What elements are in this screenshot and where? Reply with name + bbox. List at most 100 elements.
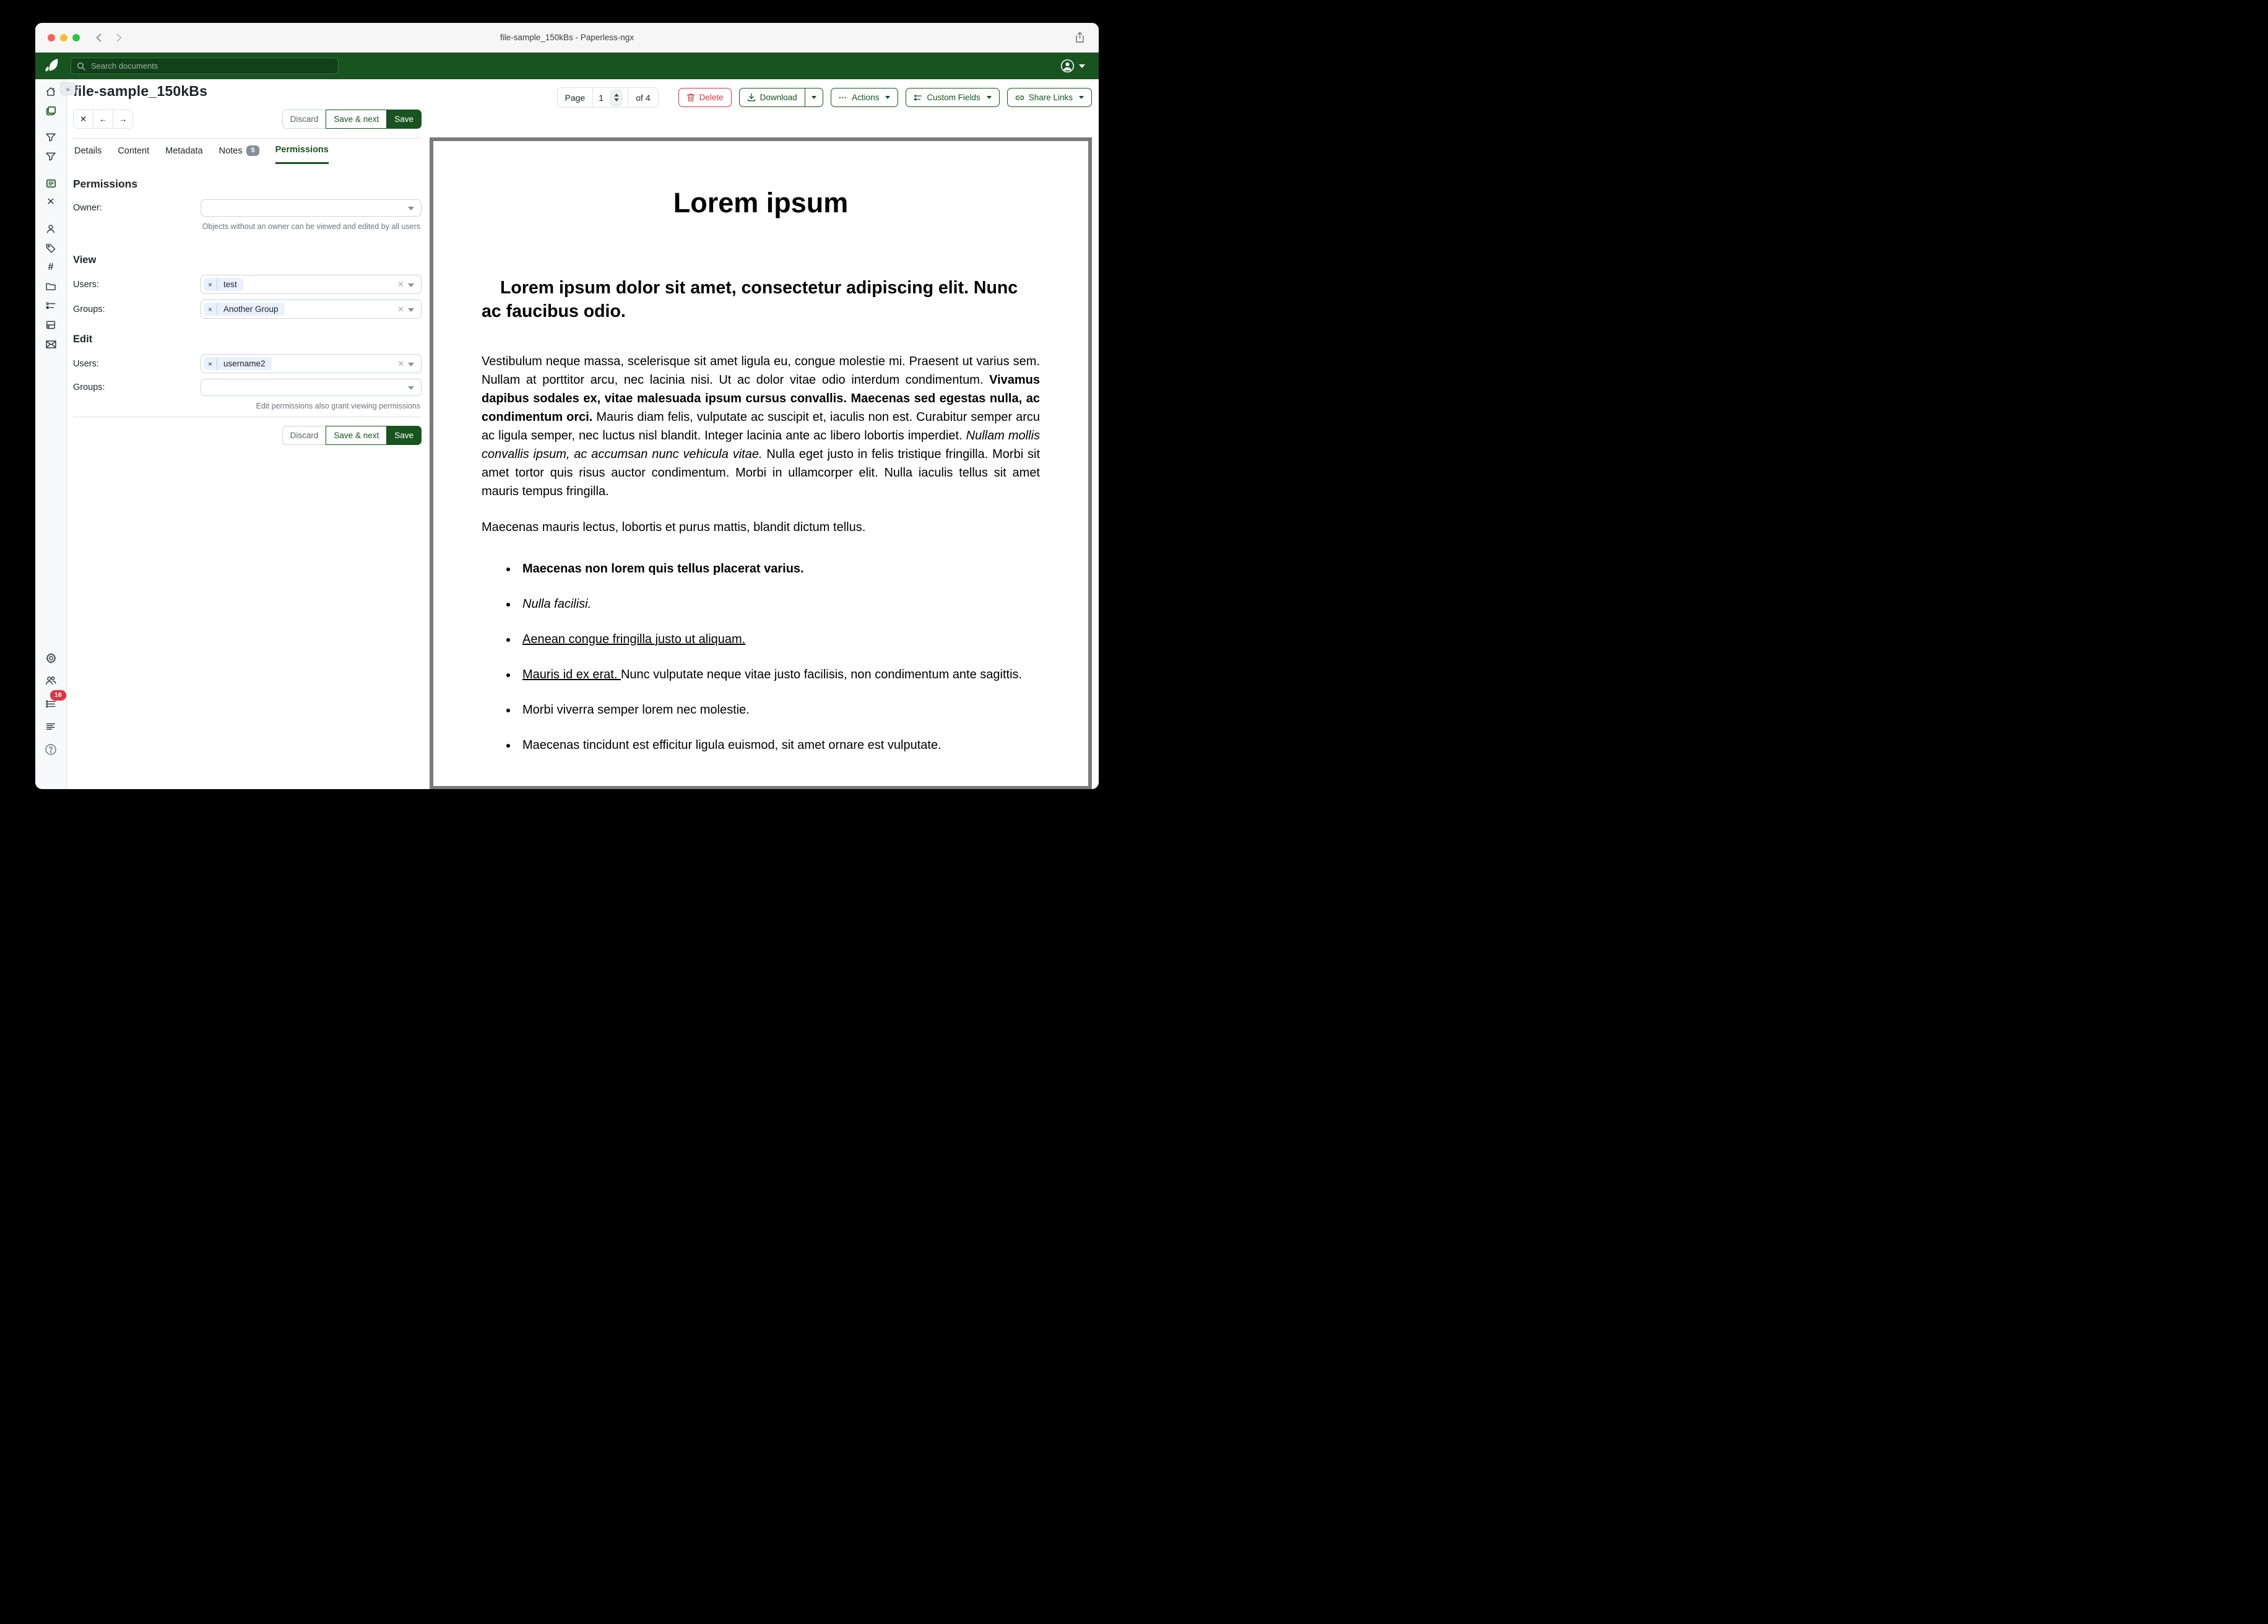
- document-title: file-sample_150kBs: [73, 83, 422, 100]
- mail-icon[interactable]: [45, 338, 57, 350]
- storage-paths-icon[interactable]: [45, 319, 57, 331]
- pdf-preview-frame[interactable]: Lorem ipsum Lorem ipsum dolor sit amet, …: [430, 137, 1092, 789]
- logs-icon[interactable]: [45, 720, 57, 733]
- app-navbar: [35, 53, 1099, 79]
- search-input[interactable]: [90, 61, 332, 71]
- selected-user-chip: × username2: [204, 357, 272, 370]
- search-icon: [77, 62, 85, 71]
- list-item: Nulla facilisi.: [517, 595, 1040, 613]
- next-document-button[interactable]: →: [113, 110, 133, 129]
- custom-fields-icon: [914, 93, 922, 102]
- pdf-paragraph: Maecenas mauris lectus, lobortis et puru…: [482, 518, 1040, 537]
- list-item: Maecenas non lorem quis tellus placerat …: [517, 560, 1040, 578]
- tasks-icon[interactable]: 16: [45, 698, 57, 710]
- remove-chip-icon[interactable]: ×: [204, 303, 217, 316]
- owner-select[interactable]: [201, 199, 422, 217]
- edit-users-select[interactable]: × username2 ✕: [201, 354, 422, 373]
- remove-chip-icon[interactable]: ×: [204, 358, 217, 370]
- documents-icon[interactable]: [45, 105, 57, 117]
- correspondents-icon[interactable]: [45, 223, 57, 235]
- list-item: Aenean congue fringilla justo ut aliquam…: [517, 631, 1040, 649]
- share-links-button[interactable]: Share Links: [1007, 88, 1092, 107]
- custom-fields-icon[interactable]: [45, 300, 57, 312]
- search-bar: [71, 58, 339, 74]
- zoom-window-button[interactable]: [72, 34, 80, 41]
- save-button[interactable]: Save: [386, 110, 422, 129]
- document-types-folder-icon[interactable]: [45, 280, 57, 293]
- owner-help-text: Objects without an owner can be viewed a…: [201, 222, 420, 231]
- tags-icon[interactable]: [45, 242, 57, 254]
- delete-button[interactable]: Delete: [678, 88, 732, 107]
- save-button[interactable]: Save: [386, 426, 422, 445]
- page-stepper[interactable]: [610, 90, 622, 106]
- asn-hash-icon[interactable]: #: [45, 261, 57, 274]
- tab-metadata[interactable]: Metadata: [165, 145, 202, 164]
- permissions-heading: Permissions: [73, 178, 422, 191]
- share-icon[interactable]: [1075, 32, 1085, 43]
- browser-forward-icon[interactable]: [115, 33, 123, 43]
- previous-document-button[interactable]: ←: [93, 110, 113, 129]
- download-button[interactable]: Download: [739, 88, 805, 107]
- user-menu[interactable]: [1060, 59, 1085, 73]
- selected-group-chip: × Another Group: [204, 303, 285, 316]
- filter-views-icon[interactable]: [45, 131, 57, 144]
- tab-details[interactable]: Details: [74, 145, 102, 164]
- tab-notes[interactable]: Notes5: [219, 145, 259, 164]
- list-item: Maecenas tincidunt est efficitur ligula …: [517, 736, 1040, 754]
- document-toolbar: Page of 4 Delete: [430, 87, 1092, 108]
- save-actions-group-bottom: Discard Save & next Save: [282, 426, 422, 445]
- browser-back-icon[interactable]: [95, 33, 103, 43]
- user-menu-caret-icon: [1079, 64, 1085, 68]
- settings-gear-icon[interactable]: [45, 652, 57, 664]
- remove-chip-icon[interactable]: ×: [204, 279, 217, 291]
- clear-select-icon[interactable]: ✕: [397, 280, 404, 290]
- view-groups-label: Groups:: [73, 304, 201, 314]
- view-groups-select[interactable]: × Another Group ✕: [201, 300, 422, 319]
- tab-permissions[interactable]: Permissions: [275, 145, 329, 164]
- page-number-input[interactable]: [599, 93, 607, 103]
- close-document-button[interactable]: ✕: [73, 110, 93, 129]
- page-navigation-group: Page of 4: [557, 87, 659, 108]
- minimize-window-button[interactable]: [60, 34, 67, 41]
- custom-fields-button[interactable]: Custom Fields: [906, 88, 999, 107]
- home-icon[interactable]: [45, 85, 57, 98]
- window-title: file-sample_150kBs - Paperless-ngx: [35, 33, 1099, 42]
- close-window-button[interactable]: [48, 34, 55, 41]
- download-split-button: Download: [739, 88, 823, 107]
- clear-select-icon[interactable]: ✕: [397, 304, 404, 314]
- link-icon: [1015, 94, 1024, 102]
- actions-button[interactable]: ⋯ Actions: [831, 88, 899, 107]
- edit-groups-select[interactable]: [201, 379, 422, 396]
- app-window: file-sample_150kBs - Paperless-ngx: [35, 23, 1099, 789]
- tab-content[interactable]: Content: [118, 145, 149, 164]
- open-document-icon[interactable]: [45, 177, 57, 189]
- chevron-down-icon: [885, 96, 890, 99]
- filter-views-icon[interactable]: [45, 150, 57, 163]
- chevron-down-icon: [408, 283, 414, 287]
- download-options-button[interactable]: [805, 88, 823, 107]
- close-document-icon[interactable]: ✕: [45, 196, 57, 209]
- chevron-down-icon: [408, 308, 414, 312]
- pdf-paragraph: Vestibulum neque massa, scelerisque sit …: [482, 352, 1040, 501]
- discard-button[interactable]: Discard: [282, 426, 327, 445]
- sidebar-expand-button[interactable]: »: [60, 82, 76, 95]
- chevron-down-icon: [408, 207, 414, 210]
- clear-select-icon[interactable]: ✕: [397, 359, 404, 369]
- paperless-logo-icon[interactable]: [43, 58, 60, 74]
- save-actions-group: Discard Save & next Save: [282, 110, 422, 129]
- sidebar: ✕ #: [35, 79, 67, 789]
- chevron-down-icon: [1079, 96, 1084, 99]
- discard-button[interactable]: Discard: [282, 110, 327, 129]
- chevron-down-icon: [987, 96, 992, 99]
- help-icon[interactable]: [45, 743, 57, 756]
- document-nav-group: ✕ ← →: [73, 110, 133, 129]
- save-and-next-button[interactable]: Save & next: [326, 110, 387, 129]
- save-and-next-button[interactable]: Save & next: [326, 426, 387, 445]
- page-label: Page: [558, 88, 593, 107]
- ellipsis-icon: ⋯: [839, 93, 848, 103]
- trash-icon: [686, 93, 695, 102]
- view-users-select[interactable]: × test ✕: [201, 275, 422, 294]
- view-users-label: Users:: [73, 280, 201, 290]
- users-groups-icon[interactable]: [45, 675, 57, 687]
- notes-count-badge: 5: [246, 145, 259, 156]
